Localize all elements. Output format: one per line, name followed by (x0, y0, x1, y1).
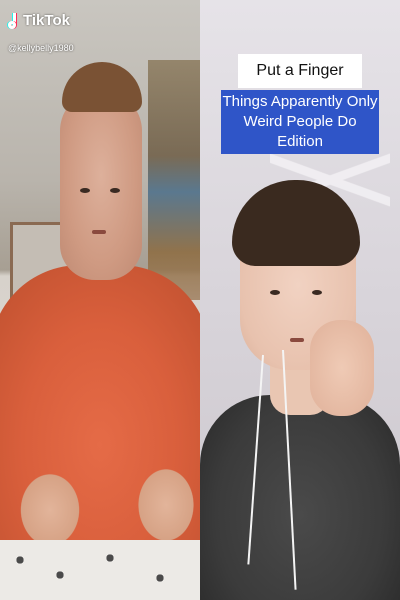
left-person-hair (62, 62, 142, 112)
left-video-panel (0, 0, 200, 600)
mouth (290, 338, 304, 342)
subtitle-line-2: Weird People Do Edition (243, 113, 357, 150)
right-eye (312, 290, 322, 295)
mouth (92, 230, 106, 234)
wall-shelf (148, 60, 200, 300)
patterned-tablecloth (0, 540, 200, 600)
tiktok-logo-icon (8, 12, 20, 29)
left-eye (80, 188, 90, 193)
right-eye (110, 188, 120, 193)
left-person-head (60, 90, 142, 280)
left-eye (270, 290, 280, 295)
right-person-hand (310, 320, 374, 416)
video-title-caption: Put a Finger Down: (238, 54, 362, 113)
subtitle-line-1: Things Apparently Only (222, 93, 378, 110)
creator-username: @kellybelly1980 (8, 43, 74, 53)
right-person-shirt (200, 395, 400, 600)
video-subtitle-caption: Things Apparently Only Weird People Do E… (221, 90, 379, 154)
tiktok-watermark: TikTok (8, 12, 70, 29)
tiktok-brand-text: TikTok (23, 12, 70, 29)
